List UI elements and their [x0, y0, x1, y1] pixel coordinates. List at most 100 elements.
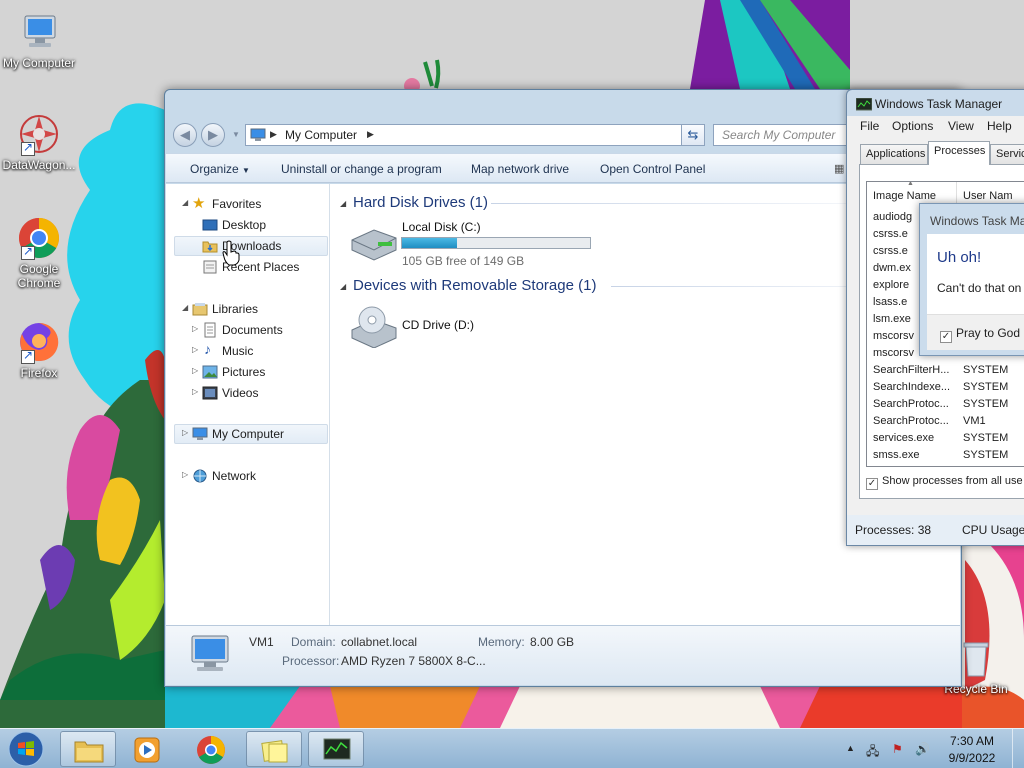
collapsed-triangle-icon[interactable]: ▷ [182, 470, 188, 479]
nav-downloads[interactable]: Downloads [174, 236, 328, 256]
volume-icon[interactable]: 🔊 [915, 742, 930, 756]
process-image-name: SearchProtoc... [873, 398, 949, 410]
pray-checkbox[interactable]: ✓ Pray to God [940, 326, 1020, 343]
taskbar-chrome[interactable] [184, 731, 240, 767]
explorer-content: ◢ ★ Favorites Desktop Downloads Recent P… [166, 184, 960, 685]
show-hidden-icons-icon[interactable]: ▲ [846, 743, 855, 753]
process-row[interactable]: SearchProtoc... SYSTEM [867, 396, 1024, 413]
search-input[interactable]: Search My Computer [713, 124, 853, 146]
documents-icon [204, 322, 216, 338]
menu-view[interactable]: View [948, 119, 974, 133]
nav-libraries[interactable]: ◢ Libraries [166, 299, 330, 319]
refresh-button[interactable]: ⇆ [681, 124, 705, 146]
datawagon-icon [17, 112, 61, 156]
recent-pages-button[interactable]: ▼ [229, 123, 243, 147]
expanded-triangle-icon[interactable]: ◢ [340, 199, 346, 208]
process-row[interactable]: SearchProtoc... VM1 [867, 413, 1024, 430]
dialog-body: Uh oh! Can't do that on ✓ Pray to God [927, 234, 1024, 350]
memory-value: 8.00 GB [530, 635, 575, 649]
nav-music[interactable]: ▷ ♪ Music [166, 341, 330, 361]
taskbar: ▲ 🖧 ⚑ 🔊 7:30 AM 9/9/2022 [0, 728, 1024, 768]
dialog-footer: ✓ Pray to God [927, 314, 1024, 350]
menu-file[interactable]: File [860, 119, 879, 133]
action-center-icon[interactable]: ⚑ [892, 742, 903, 756]
desktop-icon-my-computer[interactable]: My Computer [0, 10, 78, 70]
nav-my-computer[interactable]: ▷ My Computer [174, 424, 328, 444]
uninstall-button[interactable]: Uninstall or change a program [281, 162, 442, 176]
open-control-panel-button[interactable]: Open Control Panel [600, 162, 705, 176]
pictures-icon [202, 365, 218, 379]
expanded-triangle-icon[interactable]: ◢ [340, 282, 346, 291]
desktop-icon-chrome[interactable]: Google Chrome [0, 216, 78, 290]
nav-network[interactable]: ▷ Network [166, 466, 330, 486]
back-button[interactable]: ◀ [173, 123, 197, 147]
domain-label: Domain: [291, 635, 336, 649]
nav-desktop[interactable]: Desktop [166, 215, 330, 235]
group-hard-disk-drives[interactable]: Hard Disk Drives (1) [353, 194, 488, 211]
drive-free-space: 105 GB free of 149 GB [402, 254, 525, 268]
nav-videos[interactable]: ▷ Videos [166, 383, 330, 403]
clock-time[interactable]: 7:30 AM [940, 734, 1004, 748]
nav-favorites[interactable]: ◢ ★ Favorites [166, 194, 330, 214]
taskbar-task-manager[interactable] [308, 731, 364, 767]
process-image-name: smss.exe [873, 449, 920, 461]
address-bar[interactable]: ▶ My Computer ▶ ▼ [245, 124, 705, 146]
refresh-icon: ⇆ [687, 127, 699, 142]
chrome-icon [197, 736, 225, 764]
nav-recent-places[interactable]: Recent Places [166, 257, 330, 277]
menu-options[interactable]: Options [892, 119, 933, 133]
organize-button[interactable]: Organize ▼ [190, 162, 250, 176]
drive-cd[interactable]: CD Drive (D:) [346, 304, 546, 350]
explorer-titlebar[interactable] [165, 90, 961, 120]
tab-services[interactable]: Servic [990, 144, 1024, 164]
map-network-drive-button[interactable]: Map network drive [471, 162, 569, 176]
show-desktop-button[interactable] [1012, 729, 1024, 768]
breadcrumb-separator-icon[interactable]: ▶ [367, 129, 374, 140]
computer-icon [191, 635, 229, 671]
process-row[interactable]: SearchIndexe... SYSTEM [867, 379, 1024, 396]
forward-button[interactable]: ▶ [201, 123, 225, 147]
collapsed-triangle-icon[interactable]: ▷ [192, 366, 198, 375]
process-count: Processes: 38 [855, 523, 932, 537]
task-manager-icon [323, 738, 351, 760]
tab-applications[interactable]: Applications [860, 144, 928, 164]
network-tray-icon[interactable]: 🖧 [866, 742, 879, 763]
nav-documents[interactable]: ▷ Documents [166, 320, 330, 340]
process-row[interactable]: services.exe SYSTEM [867, 430, 1024, 447]
taskbar-notes[interactable] [246, 731, 302, 767]
show-all-processes-checkbox[interactable]: ✓ Show processes from all use [866, 475, 1023, 490]
recent-places-icon [203, 260, 217, 274]
group-removable-storage[interactable]: Devices with Removable Storage (1) [353, 277, 596, 294]
error-dialog: Windows Task Ma Uh oh! Can't do that on … [919, 203, 1024, 356]
checkbox-checked-icon: ✓ [866, 478, 878, 490]
drive-local-disk[interactable]: Local Disk (C:) 105 GB free of 149 GB [346, 220, 606, 268]
breadcrumb-separator-icon[interactable]: ▶ [270, 129, 277, 140]
dialog-title[interactable]: Windows Task Ma [930, 214, 1024, 228]
chevron-down-icon: ▼ [242, 166, 250, 175]
taskbar-media-player[interactable] [120, 731, 176, 767]
process-user-name: SYSTEM [963, 398, 1009, 410]
collapsed-triangle-icon[interactable]: ▷ [192, 324, 198, 333]
task-manager-menubar: File Options View Help [847, 116, 1024, 136]
menu-help[interactable]: Help [987, 119, 1012, 133]
taskbar-explorer[interactable] [60, 731, 116, 767]
desktop-icon-firefox[interactable]: Firefox [0, 320, 78, 380]
tab-processes[interactable]: Processes [928, 141, 990, 165]
collapsed-triangle-icon[interactable]: ▷ [182, 428, 188, 437]
view-options-icon[interactable]: ▦ [834, 162, 844, 175]
clock-date[interactable]: 9/9/2022 [940, 751, 1004, 765]
computer-icon [192, 427, 208, 440]
expanded-triangle-icon[interactable]: ◢ [182, 303, 188, 312]
collapsed-triangle-icon[interactable]: ▷ [192, 345, 198, 354]
collapsed-triangle-icon[interactable]: ▷ [192, 387, 198, 396]
nav-pictures[interactable]: ▷ Pictures [166, 362, 330, 382]
expanded-triangle-icon[interactable]: ◢ [182, 198, 188, 207]
desktop-icon-datawagon[interactable]: DataWagon... [0, 112, 78, 172]
command-toolbar: Organize ▼ Uninstall or change a program… [166, 153, 960, 183]
computer-icon [17, 10, 61, 54]
breadcrumb[interactable]: My Computer [285, 128, 357, 142]
process-row[interactable]: SearchFilterH... SYSTEM [867, 362, 1024, 379]
start-button[interactable] [4, 730, 48, 768]
process-row[interactable]: smss.exe SYSTEM [867, 447, 1024, 464]
desktop-icon-label: Google Chrome [17, 262, 61, 290]
